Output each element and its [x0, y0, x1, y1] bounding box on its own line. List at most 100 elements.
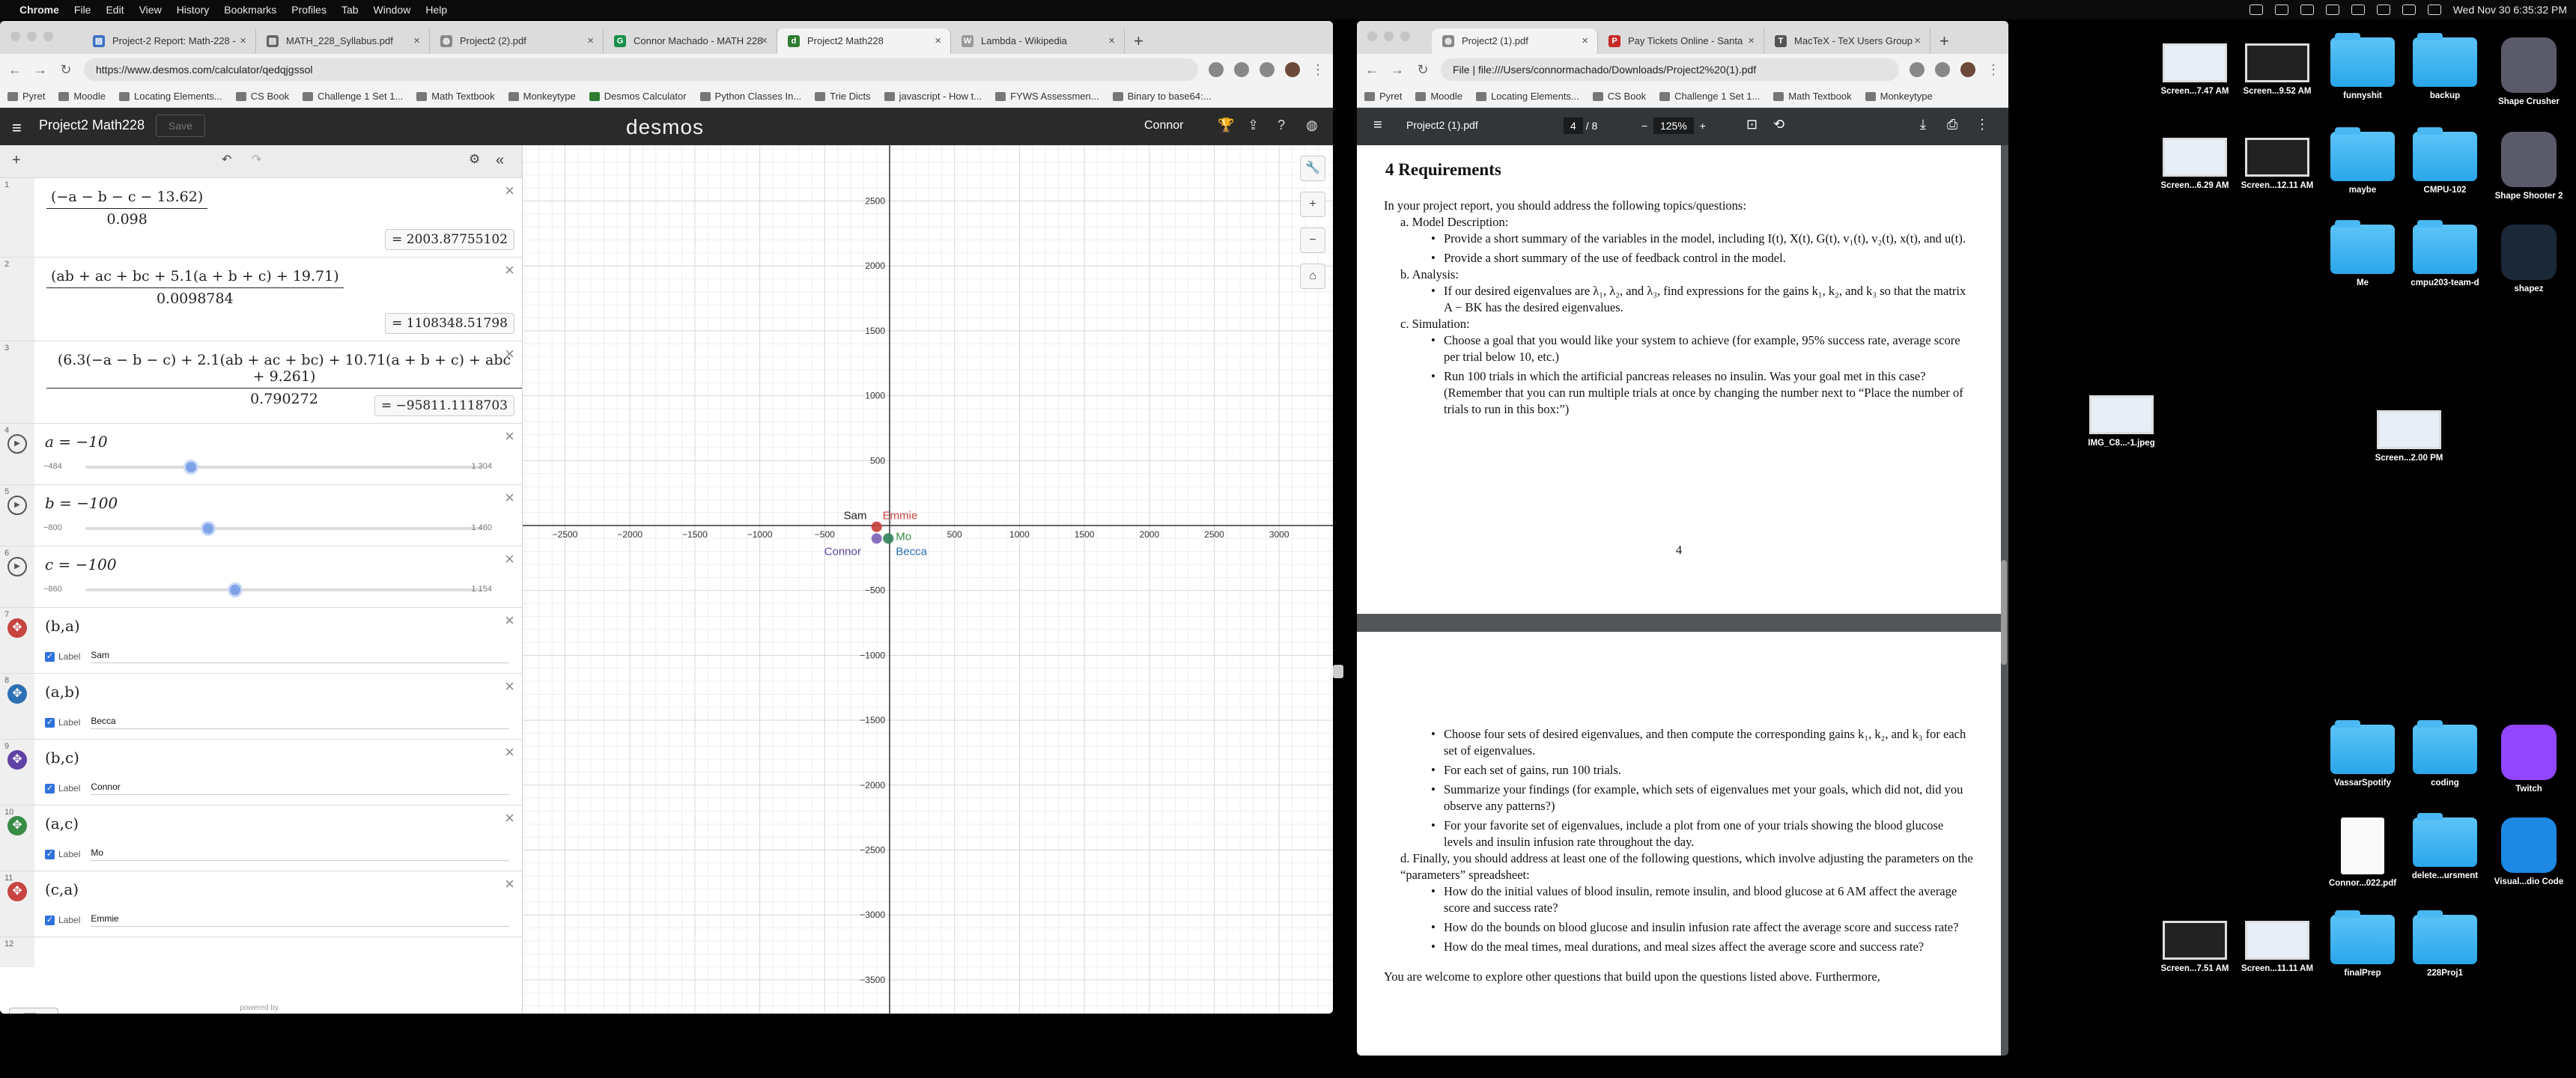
- close-window-button[interactable]: [1367, 31, 1377, 41]
- new-tab-button[interactable]: +: [1931, 28, 1958, 54]
- undo-icon[interactable]: ↶: [222, 152, 231, 167]
- bookmark-item[interactable]: Pyret: [1364, 91, 1402, 102]
- menu-help[interactable]: Help: [418, 4, 455, 16]
- warning-icon[interactable]: [2274, 4, 2288, 15]
- close-tab-icon[interactable]: ×: [1582, 28, 1588, 54]
- bookmark-item[interactable]: Locating Elements...: [118, 91, 222, 102]
- slider-row-a[interactable]: 4 ▶ a = −10 −484 1 304 ×: [0, 424, 522, 485]
- point-expression[interactable]: (b,c): [45, 749, 79, 767]
- zoom-input[interactable]: 125%: [1653, 118, 1694, 134]
- tab-connor-math[interactable]: G Connor Machado - MATH 228 ×: [604, 28, 777, 54]
- desktop-item[interactable]: 228Proj1: [2404, 910, 2486, 978]
- address-bar[interactable]: File | file:///Users/connormachado/Downl…: [1441, 58, 1899, 81]
- desktop-item[interactable]: CMPU-102: [2404, 127, 2486, 195]
- collapse-icon[interactable]: «: [496, 152, 504, 169]
- desktop-item[interactable]: funnyshit: [2321, 33, 2404, 100]
- bookmark-item[interactable]: Math Textbook: [1773, 91, 1852, 102]
- more-icon[interactable]: ⋮: [1975, 117, 1989, 133]
- bookmark-item[interactable]: Monkeytype: [1865, 91, 1933, 102]
- print-icon[interactable]: ⎙: [1947, 117, 1957, 133]
- delete-expression-icon[interactable]: ×: [505, 677, 514, 696]
- bookmark-item[interactable]: Monkeytype: [508, 91, 576, 102]
- zoom-in-icon[interactable]: +: [1700, 120, 1706, 132]
- desktop-item[interactable]: Visual...dio Code: [2488, 817, 2570, 886]
- delete-expression-icon[interactable]: ×: [505, 549, 514, 569]
- move-point-icon[interactable]: ✥: [7, 618, 27, 638]
- tab-syllabus[interactable]: ▤ MATH_228_Syllabus.pdf ×: [256, 28, 430, 54]
- menu-history[interactable]: History: [169, 4, 217, 16]
- close-tab-icon[interactable]: ×: [761, 28, 768, 54]
- slider-max[interactable]: 1 304: [471, 462, 492, 471]
- back-icon[interactable]: ←: [1364, 62, 1379, 78]
- close-tab-icon[interactable]: ×: [1108, 28, 1115, 54]
- slider-min[interactable]: −860: [43, 585, 62, 594]
- desktop-item[interactable]: backup: [2404, 33, 2486, 100]
- close-tab-icon[interactable]: ×: [935, 28, 941, 54]
- play-icon[interactable]: ▶: [7, 496, 27, 515]
- desktop-item[interactable]: Screen...6.29 AM: [2154, 132, 2236, 190]
- search-icon[interactable]: [2402, 4, 2416, 15]
- delete-expression-icon[interactable]: ×: [505, 427, 514, 446]
- slider-equation[interactable]: b = −100: [45, 494, 118, 512]
- expression-formula[interactable]: (−a − b − c − 13.62) 0.098: [46, 189, 208, 228]
- label-input[interactable]: Becca: [91, 716, 509, 729]
- point-row-connor[interactable]: 9 ✥ (b,c) ✓ Label Connor ×: [0, 740, 522, 806]
- tab-pay-tickets[interactable]: P Pay Tickets Online - Santa ×: [1598, 28, 1764, 54]
- forward-icon[interactable]: →: [33, 62, 48, 78]
- tab-project2-math228[interactable]: d Project2 Math228 ×: [777, 28, 951, 54]
- tab-project2-2[interactable]: ◍ Project2 (2).pdf ×: [430, 28, 604, 54]
- menu-view[interactable]: View: [132, 4, 169, 16]
- keyboard-toggle-button[interactable]: ⌨ ▴: [9, 1008, 58, 1014]
- bookmark-item[interactable]: javascript - How t...: [884, 91, 982, 102]
- share-icon[interactable]: [1910, 62, 1925, 77]
- move-point-icon[interactable]: ✥: [7, 684, 27, 704]
- menu-edit[interactable]: Edit: [98, 4, 131, 16]
- profile-avatar[interactable]: [1285, 62, 1300, 77]
- forward-icon[interactable]: →: [1390, 62, 1405, 78]
- close-window-button[interactable]: [10, 31, 20, 41]
- label-checkbox[interactable]: ✓: [45, 651, 55, 662]
- desktop-item[interactable]: Connor...022.pdf: [2321, 817, 2404, 888]
- bookmark-item[interactable]: Trie Dicts: [815, 91, 871, 102]
- desktop-item[interactable]: Screen...12.11 AM: [2236, 132, 2318, 190]
- desktop-item[interactable]: Screen...2.00 PM: [2368, 404, 2450, 463]
- graph-paper[interactable]: −2500 −2000 −1500 −1000 −500 500 1000 1500 2000 2…: [523, 145, 1333, 1014]
- move-point-icon[interactable]: ✥: [7, 882, 27, 901]
- clock[interactable]: Wed Nov 30 6:35:32 PM: [2453, 4, 2567, 16]
- menu-window[interactable]: Window: [366, 4, 419, 16]
- desktop-item[interactable]: Screen...9.52 AM: [2236, 37, 2318, 96]
- desktop-item[interactable]: delete...ursment: [2404, 813, 2486, 880]
- rotate-icon[interactable]: ⟲: [1773, 117, 1784, 133]
- slider-min[interactable]: −800: [43, 523, 62, 532]
- more-icon[interactable]: ⋮: [1310, 62, 1325, 78]
- graph-canvas[interactable]: −2500 −2000 −1500 −1000 −500 500 1000 1500 2000 2…: [523, 145, 1333, 1014]
- move-point-icon[interactable]: ✥: [7, 816, 27, 835]
- zoom-window-button[interactable]: [43, 31, 53, 41]
- delete-expression-icon[interactable]: ×: [505, 611, 514, 630]
- point-expression[interactable]: (a,c): [45, 814, 79, 832]
- graph-title[interactable]: Project2 Math228: [39, 118, 145, 133]
- reload-icon[interactable]: ↻: [1415, 62, 1430, 78]
- bookmark-item[interactable]: Challenge 1 Set 1...: [303, 91, 403, 102]
- desktop-item[interactable]: Twitch: [2488, 725, 2570, 794]
- bookmark-item[interactable]: Moodle: [58, 91, 106, 102]
- slider-handle[interactable]: [201, 521, 216, 536]
- bookmark-item[interactable]: CS Book: [235, 91, 289, 102]
- label-checkbox[interactable]: ✓: [45, 915, 55, 925]
- zoom-out-icon[interactable]: −: [1300, 228, 1325, 253]
- bookmark-item[interactable]: Python Classes In...: [699, 91, 801, 102]
- bookmark-item[interactable]: Pyret: [7, 91, 45, 102]
- save-button[interactable]: Save: [156, 115, 205, 137]
- bookmark-item[interactable]: CS Book: [1592, 91, 1646, 102]
- delete-expression-icon[interactable]: ×: [505, 181, 514, 201]
- menu-profiles[interactable]: Profiles: [284, 4, 334, 16]
- redo-icon[interactable]: ↷: [252, 152, 261, 167]
- close-tab-icon[interactable]: ×: [1748, 28, 1755, 54]
- label-input[interactable]: Connor: [91, 782, 509, 795]
- play-icon[interactable]: ▶: [7, 434, 27, 454]
- point-row-mo[interactable]: 10 ✥ (a,c) ✓ Label Mo ×: [0, 806, 522, 871]
- label-input[interactable]: Mo: [91, 847, 509, 861]
- reload-icon[interactable]: ↻: [58, 62, 73, 78]
- move-point-icon[interactable]: ✥: [7, 750, 27, 770]
- desktop-item[interactable]: shapez: [2488, 225, 2570, 293]
